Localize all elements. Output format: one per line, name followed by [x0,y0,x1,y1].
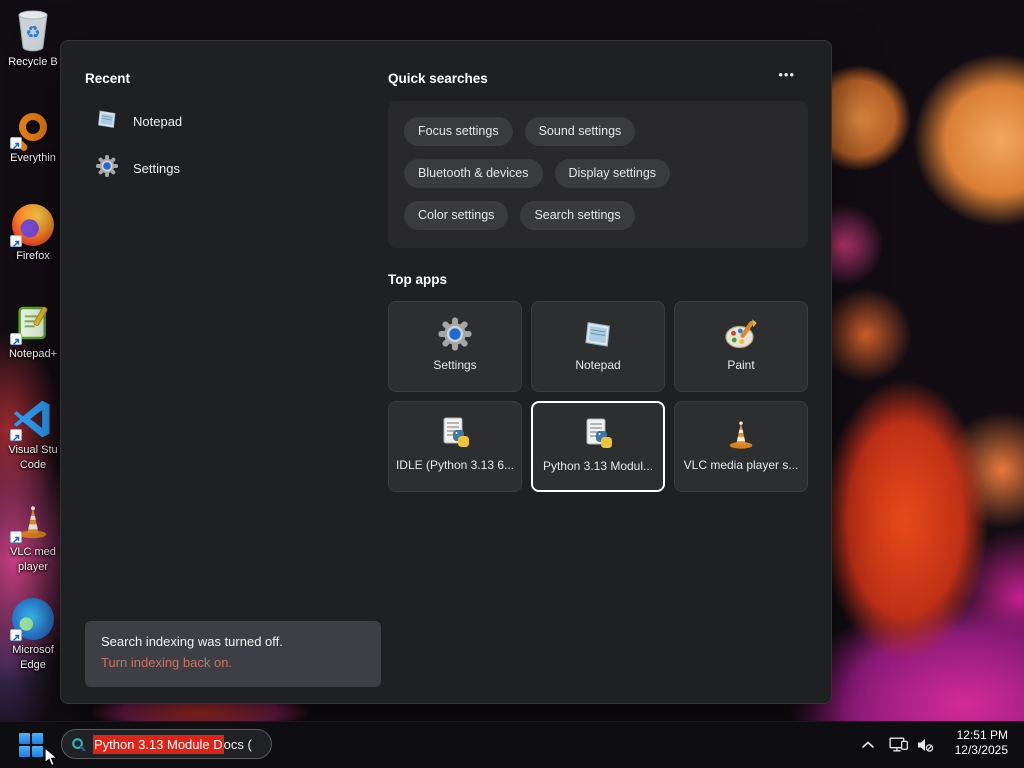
top-app-tile-python-module-docs[interactable]: Python 3.13 Modul... [531,401,665,492]
quick-search-pill[interactable]: Sound settings [524,117,636,146]
quick-searches-title: Quick searches [388,71,488,86]
recent-section-title: Recent [85,71,131,86]
desktop-icon-label: Microsof [12,644,54,656]
desktop-icon-vlc[interactable]: VLC med player [1,498,65,574]
recycle-bin-icon: ♻ [1,8,65,54]
search-icon [70,736,87,753]
shortcut-arrow-icon [10,137,22,150]
top-app-label: Python 3.13 Modul... [542,459,654,473]
notepad-icon [95,107,119,136]
shortcut-arrow-icon [10,333,22,346]
top-app-tile-vlc[interactable]: VLC media player s... [674,401,808,492]
everything-icon [1,104,65,150]
shortcut-arrow-icon [10,429,22,442]
search-flyout-panel: Recent Notepad Settings Quick searches •… [60,40,832,704]
gear-icon [95,154,119,183]
desktop-icon-label: Visual Stu [8,444,58,456]
desktop-screen: ♻ Recycle B Everythin Firefox Notepad+ V… [0,0,1024,768]
vlc-cone-icon [724,415,758,453]
quick-search-pill[interactable]: Focus settings [404,117,513,146]
quick-search-pill[interactable]: Color settings [404,201,509,230]
quick-search-pill[interactable]: Search settings [520,201,635,230]
more-options-button[interactable]: ••• [772,65,801,84]
desktop-icon-label: player [18,561,48,573]
shortcut-arrow-icon [10,531,22,544]
notepad-plus-plus-icon [1,300,65,346]
firefox-icon [1,202,65,248]
shortcut-arrow-icon [10,235,22,248]
top-app-label: Settings [433,358,477,372]
recent-item-notepad[interactable]: Notepad [95,107,182,136]
python-document-icon [580,416,616,454]
recent-item-label: Settings [133,161,180,176]
top-app-label: IDLE (Python 3.13 6... [395,458,515,472]
edge-icon [1,596,65,642]
top-app-label: Notepad [575,358,621,372]
desktop-icon-label: Code [19,459,47,471]
notepad-icon [581,315,615,353]
desktop-icon-label: Firefox [16,250,50,262]
top-app-tile-idle-python[interactable]: IDLE (Python 3.13 6... [388,401,522,492]
top-app-tile-notepad[interactable]: Notepad [531,301,665,392]
tray-network-icon[interactable] [888,734,909,755]
tray-volume-muted-icon[interactable] [915,735,935,755]
desktop-icon-recycle-bin[interactable]: ♻ Recycle B [1,8,65,69]
tray-chevron-up-icon[interactable] [860,737,876,753]
svg-text:♻: ♻ [25,23,40,42]
gear-icon [437,315,473,353]
clock-date: 12/3/2025 [954,743,1008,757]
desktop-icon-label: VLC med [10,546,56,558]
top-app-label: VLC media player s... [683,458,799,472]
desktop-icon-label: Everythin [10,152,56,164]
python-document-icon [437,415,473,453]
top-app-label: Paint [727,358,755,372]
clock-time: 12:51 PM [956,728,1008,742]
desktop-icon-vscode[interactable]: Visual Stu Code [1,396,65,472]
quick-search-pill[interactable]: Display settings [554,159,671,188]
desktop-icon-edge[interactable]: Microsof Edge [1,596,65,672]
search-query-text: Python 3.13 Module Docs ( [93,734,252,754]
search-query-rest-text: ocs ( [223,736,252,752]
top-app-tile-settings[interactable]: Settings [388,301,522,392]
top-apps-title: Top apps [388,272,447,287]
vscode-icon [1,396,65,442]
turn-indexing-on-link[interactable]: Turn indexing back on. [101,655,365,670]
mouse-cursor [42,746,60,768]
desktop-icon-everything[interactable]: Everythin [1,104,65,165]
desktop-icon-label: Edge [20,659,46,671]
quick-search-pill[interactable]: Bluetooth & devices [404,159,543,188]
indexing-notification: Search indexing was turned off. Turn ind… [85,621,381,687]
top-apps-grid: Settings Notepad Paint IDLE (Python 3.13… [388,301,808,492]
paint-palette-icon [723,315,759,353]
desktop-icon-label: Notepad+ [8,348,57,360]
start-button[interactable] [19,733,44,758]
taskbar-clock[interactable]: 12:51 PM 12/3/2025 [938,728,1008,758]
quick-searches-card: Focus settings Sound settings Bluetooth … [388,101,808,248]
recent-item-label: Notepad [133,114,183,129]
desktop-icon-notepad-plus-plus[interactable]: Notepad+ [1,300,65,361]
windows-logo-icon [19,746,30,757]
windows-logo-icon [19,733,30,744]
desktop-icon-label: Recycle B [8,56,58,68]
recent-item-settings[interactable]: Settings [95,154,180,183]
desktop-icon-firefox[interactable]: Firefox [1,202,65,263]
top-app-tile-paint[interactable]: Paint [674,301,808,392]
taskbar-search-input[interactable]: Python 3.13 Module Docs ( [61,729,272,759]
shortcut-arrow-icon [10,629,22,642]
windows-logo-icon [32,733,43,744]
notification-message: Search indexing was turned off. [101,634,283,649]
search-query-selected-text: Python 3.13 Module D [93,734,224,754]
vlc-cone-icon [1,498,65,544]
